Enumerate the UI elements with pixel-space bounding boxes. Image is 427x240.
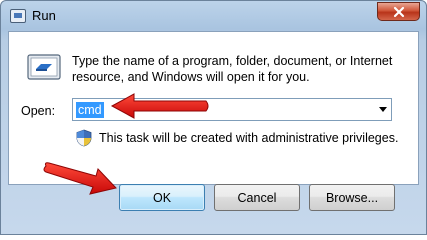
cancel-button[interactable]: Cancel: [214, 184, 300, 211]
browse-button[interactable]: Browse...: [309, 184, 395, 211]
run-icon: [10, 9, 26, 23]
close-button[interactable]: [377, 2, 420, 21]
run-icon: [27, 54, 61, 80]
open-label: Open:: [21, 104, 56, 118]
open-combobox[interactable]: cmd: [72, 98, 392, 121]
dialog-body: Type the name of a program, folder, docu…: [8, 31, 419, 185]
open-input-value[interactable]: cmd: [76, 102, 104, 118]
title-bar[interactable]: Run: [1, 1, 426, 31]
uac-shield-icon: [76, 129, 92, 147]
window-title: Run: [32, 8, 56, 23]
ok-button[interactable]: OK: [119, 184, 205, 211]
dropdown-arrow-icon[interactable]: [379, 107, 387, 112]
instruction-text: Type the name of a program, folder, docu…: [72, 54, 393, 84]
admin-privileges-note: This task will be created with administr…: [99, 131, 399, 145]
close-icon: [393, 6, 404, 17]
run-dialog-window: Run Type the name of a program, folder, …: [0, 0, 427, 235]
